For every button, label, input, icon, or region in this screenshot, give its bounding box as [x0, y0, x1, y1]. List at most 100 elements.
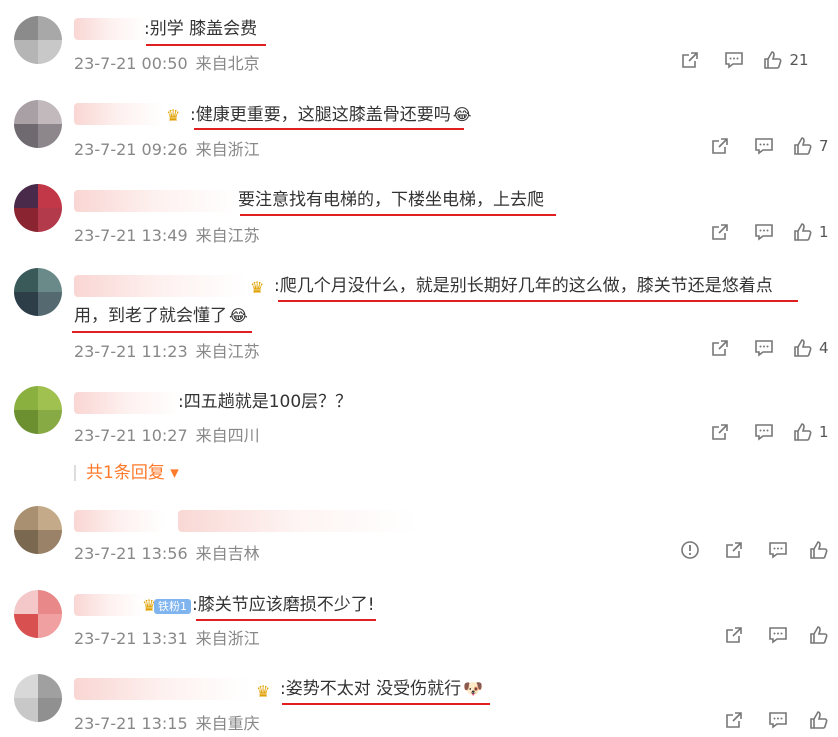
comment-meta: 23-7-21 00:50 来自北京	[74, 50, 268, 74]
fan-badge: 铁粉1	[154, 599, 191, 614]
like-button[interactable]: 4	[786, 338, 838, 358]
username[interactable]	[74, 103, 164, 125]
share-button[interactable]	[712, 625, 756, 645]
comment-text: :四五趟就是100层？？	[178, 392, 353, 412]
like-icon	[793, 136, 813, 156]
username[interactable]	[74, 275, 246, 297]
highlight-underline	[146, 44, 266, 46]
avatar[interactable]	[14, 590, 62, 638]
like-icon	[809, 540, 829, 560]
comment-button[interactable]	[756, 625, 800, 645]
comment-button[interactable]	[742, 222, 786, 242]
comment-icon	[724, 50, 744, 70]
username[interactable]	[74, 678, 250, 700]
avatar[interactable]	[14, 506, 62, 554]
comment-actions: 1	[698, 420, 838, 444]
like-count: 7	[819, 137, 829, 155]
comment-meta: 23-7-21 10:27 来自四川	[74, 422, 268, 446]
username[interactable]	[74, 18, 146, 40]
comment-button[interactable]	[756, 540, 800, 560]
comment-actions: 1	[698, 220, 838, 244]
comment-text: :膝关节应该磨损不少了!	[192, 595, 375, 615]
report-icon	[680, 540, 700, 560]
comment-text: :别学 膝盖会费	[144, 19, 258, 39]
like-icon	[793, 422, 813, 442]
like-button[interactable]: 1	[786, 222, 838, 242]
comment-actions: 7	[698, 134, 838, 158]
avatar[interactable]	[14, 268, 62, 316]
comment-meta: 23-7-21 11:23 来自江苏	[74, 338, 268, 362]
avatar[interactable]	[14, 16, 62, 64]
comment-actions	[668, 538, 838, 562]
comment-location: 来自重庆	[195, 714, 260, 733]
laugh-cry-emoji-icon: 😂	[452, 105, 472, 124]
comment-location: 来自北京	[195, 54, 260, 73]
comment-actions: 21	[668, 48, 838, 72]
share-icon	[710, 222, 730, 242]
comment-button[interactable]	[756, 710, 800, 730]
comment-time: 23-7-21 13:56	[74, 544, 188, 563]
avatar[interactable]	[14, 674, 62, 722]
comment-button[interactable]	[712, 50, 756, 70]
comment-actions	[712, 623, 838, 647]
share-icon	[724, 710, 744, 730]
share-button[interactable]	[712, 710, 756, 730]
comment-button[interactable]	[742, 422, 786, 442]
username[interactable]	[74, 392, 180, 414]
avatar[interactable]	[14, 386, 62, 434]
report-button[interactable]	[668, 540, 712, 560]
avatar[interactable]	[14, 100, 62, 148]
share-icon	[710, 422, 730, 442]
vip-crown-icon: ♛	[166, 106, 181, 125]
username[interactable]	[74, 190, 238, 212]
comment-icon	[754, 338, 774, 358]
share-button[interactable]	[698, 422, 742, 442]
like-button[interactable]: 1	[786, 422, 838, 442]
comment-meta: 23-7-21 13:49 来自江苏	[74, 222, 268, 246]
avatar[interactable]	[14, 184, 62, 232]
like-button[interactable]	[800, 540, 838, 560]
comment-meta: 23-7-21 13:31 来自浙江	[74, 625, 268, 649]
username[interactable]	[74, 510, 166, 532]
share-icon	[710, 338, 730, 358]
highlight-underline	[282, 703, 490, 705]
highlight-underline	[278, 300, 798, 302]
share-button[interactable]	[668, 50, 712, 70]
comment-time: 23-7-21 00:50	[74, 54, 188, 73]
share-icon	[680, 50, 700, 70]
share-button[interactable]	[698, 338, 742, 358]
like-icon	[809, 625, 829, 645]
comment-button[interactable]	[742, 338, 786, 358]
view-replies-link[interactable]: 共1条回复 ▾	[74, 458, 179, 483]
comment-text-line2: 用，到老了就会懂了 😂	[74, 301, 248, 331]
comment-icon	[754, 422, 774, 442]
comment-time: 23-7-21 13:31	[74, 629, 188, 648]
like-button[interactable]: 21	[756, 50, 816, 70]
username[interactable]	[74, 594, 144, 616]
like-count: 1	[819, 223, 829, 241]
caret-down-icon: ▾	[164, 463, 179, 483]
like-button[interactable]	[800, 625, 838, 645]
like-button[interactable]	[800, 710, 838, 730]
comment-location: 来自四川	[195, 426, 260, 445]
comment-location: 来自浙江	[195, 140, 260, 159]
comment-button[interactable]	[742, 136, 786, 156]
highlight-underline	[194, 128, 464, 130]
comment-meta: 23-7-21 13:15 来自重庆	[74, 710, 268, 734]
comment-meta: 23-7-21 09:26 来自浙江	[74, 136, 268, 160]
comment-text: 要注意找有电梯的，下楼坐电梯，上去爬	[238, 190, 544, 210]
comment-icon	[768, 540, 788, 560]
comment-time: 23-7-21 11:23	[74, 342, 188, 361]
comment-icon	[768, 710, 788, 730]
comment-location: 来自江苏	[195, 226, 260, 245]
share-button[interactable]	[712, 540, 756, 560]
share-icon	[724, 540, 744, 560]
reply-indent-bar	[74, 465, 76, 481]
comment-text-line1: :爬几个月没什么，就是别长期好几年的这么做，膝关节还是悠着点	[274, 276, 773, 296]
comment-location: 来自浙江	[195, 629, 260, 648]
share-button[interactable]	[698, 136, 742, 156]
comment-text: :健康更重要，这腿这膝盖骨还要吗 😂	[190, 100, 471, 130]
like-button[interactable]: 7	[786, 136, 838, 156]
share-button[interactable]	[698, 222, 742, 242]
like-icon	[793, 222, 813, 242]
